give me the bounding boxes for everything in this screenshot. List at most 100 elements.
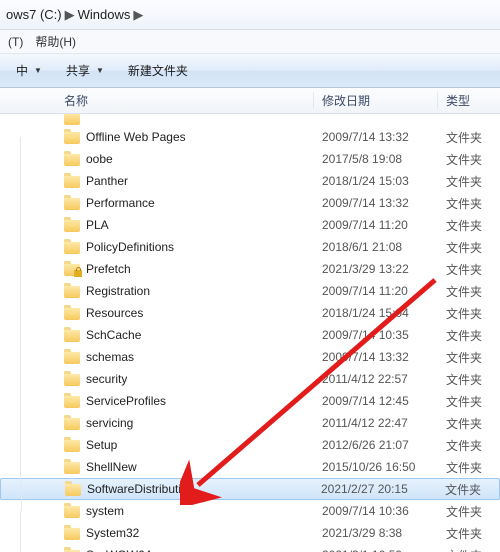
column-header-type[interactable]: 类型 — [438, 92, 500, 109]
file-name-cell[interactable]: ServiceProfiles — [56, 393, 314, 409]
table-row[interactable]: oobe2017/5/8 19:08文件夹 — [0, 148, 500, 170]
file-date-cell: 2009/7/14 11:20 — [314, 218, 438, 232]
folder-icon — [64, 547, 80, 552]
file-type-cell: 文件夹 — [438, 547, 500, 552]
folder-icon — [64, 371, 80, 387]
table-row[interactable]: PolicyDefinitions2018/6/1 21:08文件夹 — [0, 236, 500, 258]
file-date-cell: 2021/3/29 8:38 — [314, 526, 438, 540]
table-row[interactable]: ServiceProfiles 2009/7/14 12:45文件夹 — [0, 390, 500, 412]
file-type-cell: 文件夹 — [438, 129, 500, 146]
file-type-cell: 文件夹 — [438, 283, 500, 300]
toolbar-share-button[interactable]: 共享 ▼ — [58, 59, 112, 82]
table-row-selected[interactable]: SoftwareDistribution2021/2/27 20:15文件夹 — [0, 478, 500, 500]
file-name-label: servicing — [86, 416, 133, 430]
file-name-cell[interactable]: Performance — [56, 195, 314, 211]
file-name-cell[interactable]: security — [56, 371, 314, 387]
file-name-cell[interactable]: Panther — [56, 173, 314, 189]
folder-icon — [64, 195, 80, 211]
file-date-cell: 2021/2/27 20:15 — [313, 482, 437, 496]
folder-icon — [64, 305, 80, 321]
file-name-label: security — [86, 372, 127, 386]
table-row[interactable]: SchCache2009/7/14 10:35文件夹 — [0, 324, 500, 346]
file-name-label: system — [86, 504, 124, 518]
file-name-cell[interactable]: SoftwareDistribution — [57, 481, 313, 497]
file-type-cell: 文件夹 — [438, 173, 500, 190]
table-row[interactable]: Performance2009/7/14 13:32文件夹 — [0, 192, 500, 214]
column-headers: 名称 修改日期 类型 — [0, 88, 500, 114]
table-row[interactable]: schemas2009/7/14 13:32文件夹 — [0, 346, 500, 368]
column-header-date[interactable]: 修改日期 — [314, 92, 438, 109]
folder-icon — [64, 217, 80, 233]
table-row[interactable]: Resources2018/1/24 15:04文件夹 — [0, 302, 500, 324]
table-row[interactable]: SysWOW642021/3/1 10:59文件夹 — [0, 544, 500, 552]
file-name-label: ServiceProfiles — [86, 394, 166, 408]
table-row[interactable]: System322021/3/29 8:38文件夹 — [0, 522, 500, 544]
file-name-cell[interactable]: Offline Web Pages — [56, 129, 314, 145]
table-row[interactable]: Offline Web Pages 2009/7/14 13:32文件夹 — [0, 126, 500, 148]
file-name-cell[interactable] — [56, 114, 314, 126]
file-name-cell[interactable]: servicing — [56, 415, 314, 431]
file-date-cell: 2018/1/24 15:03 — [314, 174, 438, 188]
file-name-label: schemas — [86, 350, 134, 364]
file-name-label: Performance — [86, 196, 155, 210]
file-name-cell[interactable]: system — [56, 503, 314, 519]
chevron-down-icon: ▼ — [34, 66, 42, 75]
file-name-cell[interactable]: PolicyDefinitions — [56, 239, 314, 255]
locked-folder-icon — [64, 261, 80, 277]
table-row[interactable]: Registration2009/7/14 11:20文件夹 — [0, 280, 500, 302]
file-name-cell[interactable]: oobe — [56, 151, 314, 167]
file-date-cell: 2021/3/1 10:59 — [314, 548, 438, 552]
file-name-cell[interactable]: ShellNew — [56, 459, 314, 475]
table-row[interactable] — [0, 114, 500, 126]
menu-tools[interactable]: (T) — [8, 35, 23, 49]
file-date-cell: 2009/7/14 12:45 — [314, 394, 438, 408]
chevron-right-icon[interactable]: ▶ — [64, 7, 76, 23]
file-name-label: Offline Web Pages — [86, 130, 186, 144]
file-name-cell[interactable]: Resources — [56, 305, 314, 321]
file-date-cell: 2009/7/14 13:32 — [314, 350, 438, 364]
file-name-cell[interactable]: PLA — [56, 217, 314, 233]
column-header-name[interactable]: 名称 — [56, 92, 314, 109]
table-row[interactable]: security 2011/4/12 22:57文件夹 — [0, 368, 500, 390]
file-name-cell[interactable]: schemas — [56, 349, 314, 365]
folder-icon — [64, 415, 80, 431]
toolbar-share-label: 共享 — [66, 62, 90, 79]
chevron-right-icon[interactable]: ▶ — [132, 7, 144, 23]
file-name-cell[interactable]: SchCache — [56, 327, 314, 343]
file-name-label: System32 — [86, 526, 139, 540]
toolbar-include-button[interactable]: 中 ▼ — [8, 59, 50, 82]
table-row[interactable]: Panther2018/1/24 15:03文件夹 — [0, 170, 500, 192]
file-name-cell[interactable]: System32 — [56, 525, 314, 541]
table-row[interactable]: ShellNew2015/10/26 16:50文件夹 — [0, 456, 500, 478]
file-date-cell: 2009/7/14 10:36 — [314, 504, 438, 518]
table-row[interactable]: PLA 2009/7/14 11:20文件夹 — [0, 214, 500, 236]
file-name-label: Registration — [86, 284, 150, 298]
file-date-cell: 2015/10/26 16:50 — [314, 460, 438, 474]
file-type-cell: 文件夹 — [438, 371, 500, 388]
file-name-cell[interactable]: Setup — [56, 437, 314, 453]
file-type-cell: 文件夹 — [438, 217, 500, 234]
file-name-label: PLA — [86, 218, 109, 232]
toolbar-newfolder-button[interactable]: 新建文件夹 — [120, 59, 196, 82]
file-type-cell: 文件夹 — [438, 415, 500, 432]
file-type-cell: 文件夹 — [438, 305, 500, 322]
file-date-cell: 2011/4/12 22:57 — [314, 372, 438, 386]
breadcrumb[interactable]: ows7 (C:) ▶ Windows ▶ — [0, 0, 500, 30]
breadcrumb-crumb-drive[interactable]: ows7 (C:) — [4, 7, 64, 22]
table-row[interactable]: Prefetch2021/3/29 13:22文件夹 — [0, 258, 500, 280]
menu-help[interactable]: 帮助(H) — [35, 33, 76, 50]
toolbar-newfolder-label: 新建文件夹 — [128, 62, 188, 79]
breadcrumb-crumb-windows[interactable]: Windows — [76, 7, 133, 22]
table-row[interactable]: Setup2012/6/26 21:07文件夹 — [0, 434, 500, 456]
table-row[interactable]: servicing2011/4/12 22:47文件夹 — [0, 412, 500, 434]
table-row[interactable]: system2009/7/14 10:36文件夹 — [0, 500, 500, 522]
file-name-cell[interactable]: Prefetch — [56, 261, 314, 277]
file-type-cell: 文件夹 — [438, 437, 500, 454]
file-name-cell[interactable]: SysWOW64 — [56, 547, 314, 552]
folder-icon — [64, 151, 80, 167]
file-type-cell: 文件夹 — [438, 393, 500, 410]
file-date-cell: 2009/7/14 13:32 — [314, 130, 438, 144]
file-list[interactable]: Offline Web Pages2009/7/14 13:32文件夹oobe2… — [0, 114, 500, 552]
file-name-cell[interactable]: Registration — [56, 283, 314, 299]
file-name-label: oobe — [86, 152, 113, 166]
